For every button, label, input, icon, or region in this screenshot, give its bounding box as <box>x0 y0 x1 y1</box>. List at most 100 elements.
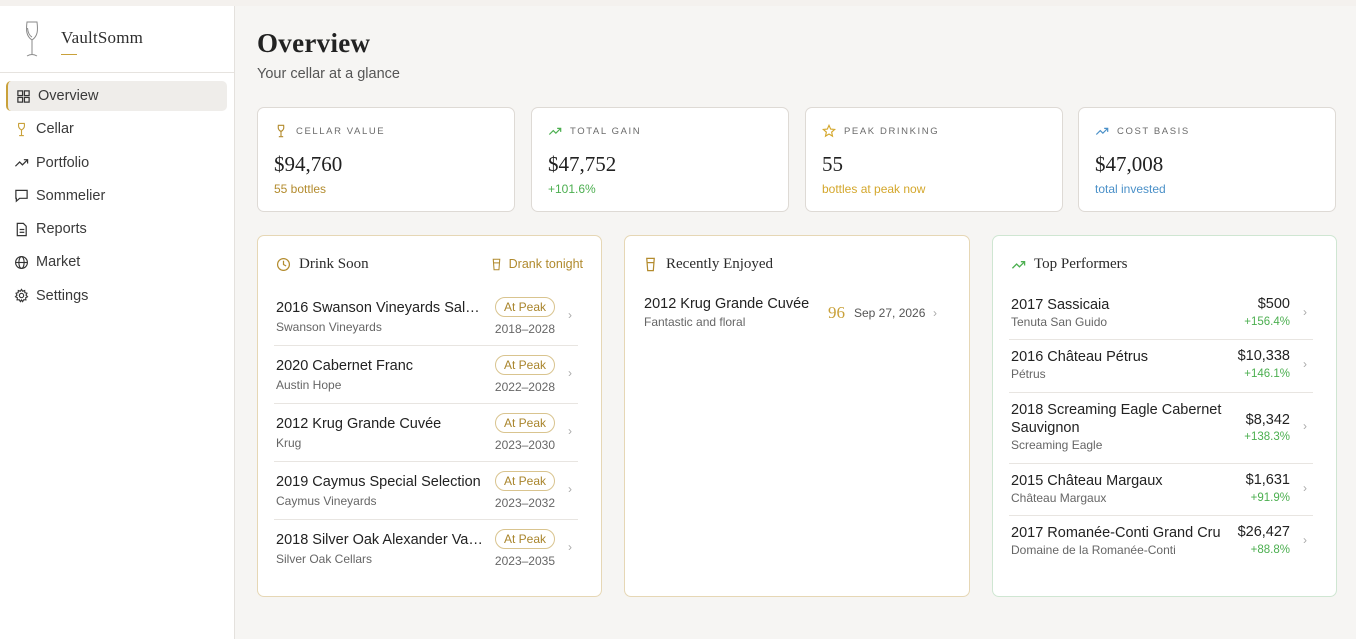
stat-card-cost-basis[interactable]: Cost Basis $47,008 total invested <box>1078 107 1336 212</box>
sidebar-item-market[interactable]: Market <box>6 247 227 277</box>
stat-sub: bottles at peak now <box>822 182 926 196</box>
stat-card-peak-drinking[interactable]: Peak Drinking 55 bottles at peak now <box>805 107 1063 212</box>
producer: Silver Oak Cellars <box>276 552 373 566</box>
current-price: $1,631 <box>1245 472 1290 488</box>
chevron-right-icon: › <box>568 424 572 438</box>
producer: Screaming Eagle <box>1011 438 1103 452</box>
wine-name: 2017 Romanée-Conti Grand Cru <box>1011 525 1221 541</box>
tasting-note: Fantastic and floral <box>644 315 746 329</box>
producer: Austin Hope <box>276 378 342 392</box>
brand[interactable]: VaultSomm <box>0 6 234 73</box>
producer: Pétrus <box>1011 367 1046 381</box>
status-badge: At Peak <box>494 529 555 549</box>
wine-name: 2012 Krug Grande Cuvée <box>276 416 442 432</box>
list-item[interactable]: 2018 Screaming Eagle Cabernet Sauvignon … <box>1009 393 1313 464</box>
sidebar-item-sommelier[interactable]: Sommelier <box>6 181 227 211</box>
status-badge: At Peak <box>494 471 555 491</box>
wine-name: 2020 Cabernet Franc <box>276 358 414 374</box>
trending-up-icon <box>548 127 562 135</box>
sidebar-item-cellar[interactable]: Cellar <box>6 114 227 144</box>
gain-percent: +146.1% <box>1244 368 1290 380</box>
chevron-right-icon: › <box>568 366 572 380</box>
sidebar-item-label: Cellar <box>36 121 74 138</box>
list-item[interactable]: 2016 Château Pétrus Pétrus $10,338 +146.… <box>1009 340 1313 393</box>
stat-label: Peak Drinking <box>822 124 939 138</box>
page-title: Overview <box>257 28 371 58</box>
current-price: $10,338 <box>1237 348 1290 364</box>
drinking-window: 2023–2030 <box>494 438 555 452</box>
wine-name: 2018 Screaming Eagle Cabernet Sauvignon <box>1011 402 1222 436</box>
list-item[interactable]: 2012 Krug Grande Cuvée Fantastic and flo… <box>643 294 953 334</box>
sidebar-item-label: Sommelier <box>36 187 106 204</box>
sidebar-item-overview[interactable]: Overview <box>6 81 227 111</box>
gain-percent: +138.3% <box>1244 431 1290 443</box>
stat-value: $47,008 <box>1095 152 1164 176</box>
list-item[interactable]: 2018 Silver Oak Alexander Valley Silver … <box>274 520 578 578</box>
producer: Swanson Vineyards <box>276 320 382 334</box>
document-icon <box>14 222 29 237</box>
chevron-right-icon: › <box>1303 481 1307 495</box>
sidebar-item-label: Portfolio <box>36 154 90 171</box>
stat-value: $47,752 <box>548 152 617 176</box>
current-price: $26,427 <box>1237 524 1290 540</box>
wine-name: 2019 Caymus Special Selection <box>276 474 481 490</box>
list-item[interactable]: 2017 Romanée-Conti Grand Cru Domaine de … <box>1009 516 1313 568</box>
brand-name: VaultSomm <box>61 28 144 47</box>
wine-name: 2016 Château Pétrus <box>1011 349 1149 365</box>
stat-sub: 55 bottles <box>274 182 327 196</box>
chevron-right-icon: › <box>933 306 937 320</box>
drinking-window: 2023–2035 <box>494 554 555 568</box>
producer: Château Margaux <box>1011 491 1107 505</box>
clock-icon <box>276 257 291 272</box>
stat-value: $94,760 <box>274 152 343 176</box>
main-content: Overview Your cellar at a glance Cellar … <box>235 6 1356 639</box>
sidebar-item-settings[interactable]: Settings <box>6 281 227 311</box>
enjoyed-date: Sep 27, 2026 <box>854 306 926 320</box>
sidebar-item-reports[interactable]: Reports <box>6 214 227 244</box>
drinking-window: 2022–2028 <box>494 380 555 394</box>
list-item[interactable]: 2017 Sassicaia Tenuta San Guido $500 +15… <box>1009 288 1313 340</box>
list-item[interactable]: 2016 Swanson Vineyards Salonnière Swanso… <box>274 288 578 346</box>
sidebar-item-label: Overview <box>38 88 99 104</box>
status-badge: At Peak <box>494 355 555 375</box>
wine-glass-icon <box>277 124 285 138</box>
drink-soon-panel: Drink Soon Drank tonight 2016 Swanson Vi… <box>257 235 602 597</box>
brand-underline <box>61 54 77 55</box>
producer: Caymus Vineyards <box>276 494 377 508</box>
stat-label: Cellar Value <box>274 124 385 138</box>
page-subtitle: Your cellar at a glance <box>257 66 400 82</box>
status-badge: At Peak <box>494 297 555 317</box>
current-price: $8,342 <box>1245 412 1290 428</box>
wine-glass-icon <box>14 122 29 137</box>
glass-icon <box>646 257 655 272</box>
list-item[interactable]: 2020 Cabernet Franc Austin Hope At Peak … <box>274 346 578 404</box>
panel-title: Top Performers <box>1011 256 1128 273</box>
stat-card-cellar-value[interactable]: Cellar Value $94,760 55 bottles <box>257 107 515 212</box>
list-item[interactable]: 2015 Château Margaux Château Margaux $1,… <box>1009 464 1313 516</box>
wine-name: 2016 Swanson Vineyards Salonnière <box>276 300 486 316</box>
chevron-right-icon: › <box>568 540 572 554</box>
stat-label: Total Gain <box>548 124 641 138</box>
chevron-right-icon: › <box>1303 357 1307 371</box>
panel-title: Recently Enjoyed <box>643 256 773 273</box>
drank-tonight-button[interactable]: Drank tonight <box>490 257 583 271</box>
gain-percent: +91.9% <box>1250 492 1290 504</box>
wine-glass-logo-icon <box>22 20 42 65</box>
chevron-right-icon: › <box>1303 419 1307 433</box>
producer: Domaine de la Romanée-Conti <box>1011 543 1176 557</box>
list-item[interactable]: 2019 Caymus Special Selection Caymus Vin… <box>274 462 578 520</box>
trending-up-icon <box>1095 127 1109 135</box>
glass-icon <box>492 258 500 270</box>
stat-card-total-gain[interactable]: Total Gain $47,752 +101.6% <box>531 107 789 212</box>
stat-sub: total invested <box>1095 182 1166 196</box>
sidebar-item-portfolio[interactable]: Portfolio <box>6 148 227 178</box>
stat-value: 55 <box>822 152 843 176</box>
wine-name: 2018 Silver Oak Alexander Valley <box>276 532 486 548</box>
current-price: $500 <box>1257 296 1290 312</box>
sidebar-item-label: Settings <box>36 287 89 304</box>
sidebar-item-label: Market <box>36 254 81 271</box>
chevron-right-icon: › <box>568 308 572 322</box>
drinking-window: 2018–2028 <box>494 322 555 336</box>
chevron-right-icon: › <box>568 482 572 496</box>
list-item[interactable]: 2012 Krug Grande Cuvée Krug At Peak 2023… <box>274 404 578 462</box>
